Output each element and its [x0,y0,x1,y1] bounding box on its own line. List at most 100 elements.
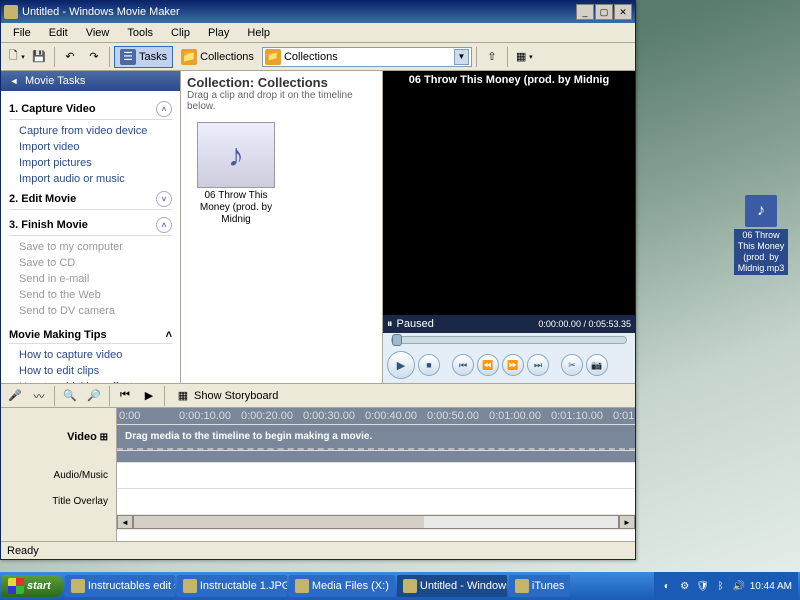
menu-view[interactable]: View [78,25,118,41]
rewind-timeline-button[interactable]: ⏮ [114,385,136,407]
timeline-content[interactable]: 0:00 0:00:10.00 0:00:20.00 0:00:30.00 0:… [117,408,635,541]
undo-button[interactable]: ↶ [59,46,81,68]
preview-controls: ▶ ■ ⏮ ⏪ ⏩ ⏭ ✂ 📷 [383,347,635,383]
taskbar: start Instructables edit st... Instructa… [0,572,800,600]
zoom-out-button[interactable]: 🔎 [83,385,105,407]
toolbar: 🗋▾ 💾 ↶ ↷ ☰ Tasks 📁 Collections 📁 Collect… [1,43,635,71]
redo-icon: ↷ [86,49,102,65]
preview-video[interactable] [383,89,635,315]
menu-play[interactable]: Play [200,25,237,41]
seek-knob[interactable] [392,334,402,346]
document-icon: 🗋 [5,49,21,65]
snapshot-button[interactable]: 📷 [586,354,608,376]
back-icon[interactable]: ◄ [7,74,21,88]
tray-icon[interactable]: ◐ [660,579,674,593]
taskbar-item[interactable]: Instructables edit st... [65,575,175,597]
menu-tools[interactable]: Tools [119,25,161,41]
menu-edit[interactable]: Edit [41,25,76,41]
chevron-up-icon: ˄ [166,329,172,341]
bluetooth-icon[interactable]: ᛒ [714,579,728,593]
video-track[interactable]: Drag media to the timeline to begin maki… [117,424,635,450]
app-icon [71,579,85,593]
zoom-in-button[interactable]: 🔍 [59,385,81,407]
music-file-icon: ♪ [745,195,777,227]
maximize-button[interactable]: ▢ [595,4,613,20]
chevron-up-icon: ˄ [156,101,172,117]
desktop-file-icon[interactable]: ♪ 06 Throw This Money (prod. by Midnig.m… [734,195,788,275]
next-button[interactable]: ⏭ [527,354,549,376]
scroll-right-icon[interactable]: ► [619,515,635,529]
rewind-button[interactable]: ⏪ [477,354,499,376]
import-pictures-link[interactable]: Import pictures [9,155,172,171]
preview-status: ⏸ Paused 0:00:00.00 / 0:05:53.35 [383,315,635,333]
menu-file[interactable]: File [5,25,39,41]
views-button[interactable]: ▦▾ [512,46,534,68]
taskbar-item[interactable]: Instructable 1.JPG - ... [177,575,287,597]
taskbar-item[interactable]: iTunes [509,575,571,597]
finish-movie-section[interactable]: 3. Finish Movie ˄ [9,213,172,236]
capture-video-section[interactable]: 1. Capture Video ˄ [9,97,172,120]
statusbar: Ready [1,541,635,559]
volume-icon[interactable]: 🔊 [732,579,746,593]
import-audio-link[interactable]: Import audio or music [9,171,172,187]
tip-edit-link[interactable]: How to edit clips [9,363,172,379]
redo-button[interactable]: ↷ [83,46,105,68]
titlebar[interactable]: Untitled - Windows Movie Maker _ ▢ ✕ [1,1,635,23]
tip-capture-link[interactable]: How to capture video [9,347,172,363]
tray-icon[interactable]: ⚙ [678,579,692,593]
undo-icon: ↶ [62,49,78,65]
timeline-hint: Drag media to the timeline to begin maki… [117,425,635,448]
import-video-link[interactable]: Import video [9,139,172,155]
split-button[interactable]: ✂ [561,354,583,376]
tasks-pane-toggle[interactable]: ☰ Tasks [114,46,173,68]
prev-button[interactable]: ⏮ [452,354,474,376]
start-button[interactable]: start [2,575,63,597]
title-track[interactable] [117,488,635,514]
storyboard-icon: ▦ [175,388,191,404]
menu-clip[interactable]: Clip [163,25,198,41]
save-button[interactable]: 💾 [28,46,50,68]
timeline-ruler[interactable]: 0:00 0:00:10.00 0:00:20.00 0:00:30.00 0:… [117,408,635,424]
clock[interactable]: 10:44 AM [750,581,792,592]
tasks-icon: ☰ [120,49,136,65]
taskbar-item-active[interactable]: Untitled - Windows ... [397,575,507,597]
clip-caption: 06 Throw This Money (prod. by Midnig [189,190,283,226]
up-folder-button[interactable]: ⇧ [481,46,503,68]
menu-help[interactable]: Help [239,25,278,41]
collection-subtitle: Drag a clip and drop it on the timeline … [187,90,376,112]
grid-icon: ▦ [513,49,529,65]
timeline-scrollbar[interactable]: ◄ ► [117,514,635,530]
zoom-out-icon: 🔎 [86,388,102,404]
stop-button[interactable]: ■ [418,354,440,376]
forward-button[interactable]: ⏩ [502,354,524,376]
play-timeline-button[interactable]: ▶ [138,385,160,407]
chevron-down-icon: ˅ [156,191,172,207]
audio-track[interactable] [117,462,635,488]
audio-levels-button[interactable]: 〰 [28,385,50,407]
show-storyboard-button[interactable]: ▦ Show Storyboard [169,385,284,407]
taskbar-item[interactable]: Media Files (X:) [289,575,395,597]
capture-device-link[interactable]: Capture from video device [9,123,172,139]
scrollbar-thumb[interactable] [134,516,424,528]
tips-section[interactable]: Movie Making Tips ˄ [9,319,172,344]
new-project-button[interactable]: 🗋▾ [4,46,26,68]
close-button[interactable]: ✕ [614,4,632,20]
collections-dropdown[interactable]: 📁 Collections ▼ [262,47,472,67]
system-tray[interactable]: ◐ ⚙ 🛡 ᛒ 🔊 10:44 AM [654,572,798,600]
edit-movie-section[interactable]: 2. Edit Movie ˅ [9,187,172,210]
narrate-button[interactable]: 🎤 [4,385,26,407]
seek-slider[interactable] [391,336,627,344]
folder-icon: 📁 [265,49,281,65]
zoom-in-icon: 🔍 [62,388,78,404]
preview-title: 06 Throw This Money (prod. by Midnig [383,71,635,89]
play-button[interactable]: ▶ [387,351,415,379]
folder-icon: 📁 [181,49,197,65]
timeline-area: 🎤 〰 🔍 🔎 ⏮ ▶ ▦ Show Storyboard Video ⊞ Au… [1,383,635,541]
tray-icon[interactable]: 🛡 [696,579,710,593]
transition-track[interactable] [117,450,635,462]
minimize-button[interactable]: _ [576,4,594,20]
clip-item[interactable]: ♪ 06 Throw This Money (prod. by Midnig [187,120,285,228]
collections-pane-toggle[interactable]: 📁 Collections [175,46,260,68]
scroll-left-icon[interactable]: ◄ [117,515,133,529]
windows-flag-icon [8,578,24,594]
